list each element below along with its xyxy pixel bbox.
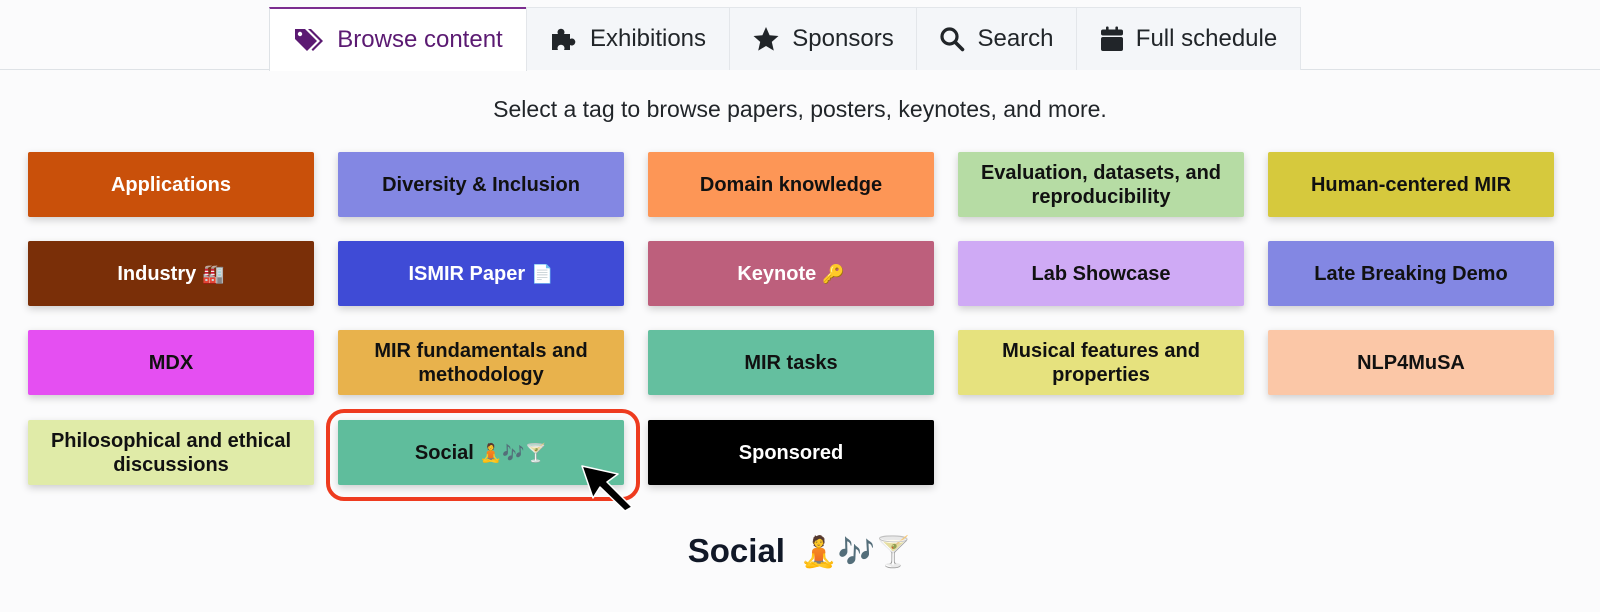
tab-bar: Browse content Exhibitions Sponsors Sear… [0,0,1600,71]
tag-label: MDX [148,351,194,374]
tag-label: Lab Showcase [1031,262,1171,285]
document-icon: 📄 [531,263,554,284]
tag-label: Evaluation, datasets, and reproducibilit… [980,161,1222,208]
tag-human-centered-mir[interactable]: Human-centered MIR [1268,152,1554,217]
puzzle-piece-icon [550,26,578,52]
tag-label: Social [414,441,474,464]
tab-browse-content[interactable]: Browse content [269,7,527,71]
tag-domain-knowledge[interactable]: Domain knowledge [648,152,934,217]
tag-industry[interactable]: Industry 🏭 [28,241,314,306]
tag-label: Philosophical and ethical discussions [50,429,292,476]
tag-mdx[interactable]: MDX [28,330,314,395]
tab-sponsors[interactable]: Sponsors [729,7,917,70]
tag-musical-features[interactable]: Musical features and properties [958,330,1244,395]
factory-icon: 🏭 [202,263,225,284]
tag-philosophical-ethical[interactable]: Philosophical and ethical discussions [28,420,314,485]
tag-mir-fundamentals[interactable]: MIR fundamentals and methodology [338,330,624,395]
tag-label: Domain knowledge [699,173,883,196]
tag-applications[interactable]: Applications [28,152,314,217]
tag-late-breaking-demo[interactable]: Late Breaking Demo [1268,241,1554,306]
page-subtitle: Select a tag to browse papers, posters, … [493,96,1107,122]
tag-label: ISMIR Paper [408,262,526,285]
social-emoji-icons: 🧘🎶🍸 [479,442,548,463]
tag-social[interactable]: Social 🧘🎶🍸 [338,420,624,485]
tag-label: Industry [117,262,197,285]
tag-label: Applications [110,173,231,196]
section-title-text: Social [687,532,785,569]
tag-keynote[interactable]: Keynote 🔑 [648,241,934,306]
tag-label: Musical features and properties [1002,339,1200,386]
tag-label: NLP4MuSA [1357,351,1465,374]
section-title: Social 🧘🎶🍸 [0,532,1600,570]
tag-nlp4musa[interactable]: NLP4MuSA [1268,330,1554,395]
tag-ismir-paper[interactable]: ISMIR Paper 📄 [338,241,624,306]
calendar-icon [1100,26,1124,52]
tag-evaluation-datasets[interactable]: Evaluation, datasets, and reproducibilit… [958,152,1244,217]
tabs: Browse content Exhibitions Sponsors Sear… [269,7,1301,71]
tag-label: MIR tasks [744,351,838,374]
tab-label: Exhibitions [589,25,707,52]
tag-label: Sponsored [738,441,844,464]
tag-label: Late Breaking Demo [1314,262,1508,285]
tag-label: Diversity & Inclusion [382,173,580,196]
star-icon [752,26,780,52]
tab-exhibitions[interactable]: Exhibitions [526,7,730,70]
tag-diversity-inclusion[interactable]: Diversity & Inclusion [338,152,624,217]
tag-label: Keynote [737,262,817,285]
key-icon: 🔑 [822,263,845,284]
tag-lab-showcase[interactable]: Lab Showcase [958,241,1244,306]
tag-mir-tasks[interactable]: MIR tasks [648,330,934,395]
tab-label: Search [977,25,1054,52]
tag-label: Human-centered MIR [1310,173,1512,196]
tab-label: Browse content [337,26,503,53]
tab-label: Full schedule [1135,25,1278,52]
tab-label: Sponsors [792,25,894,52]
social-emoji-icons: 🧘🎶🍸 [800,536,913,569]
tab-full-schedule[interactable]: Full schedule [1076,7,1301,70]
tag-label: MIR fundamentals and methodology [374,339,588,386]
tab-search[interactable]: Search [916,7,1077,70]
tags-icon [293,27,325,53]
search-icon [939,26,965,52]
tag-sponsored[interactable]: Sponsored [648,420,934,485]
